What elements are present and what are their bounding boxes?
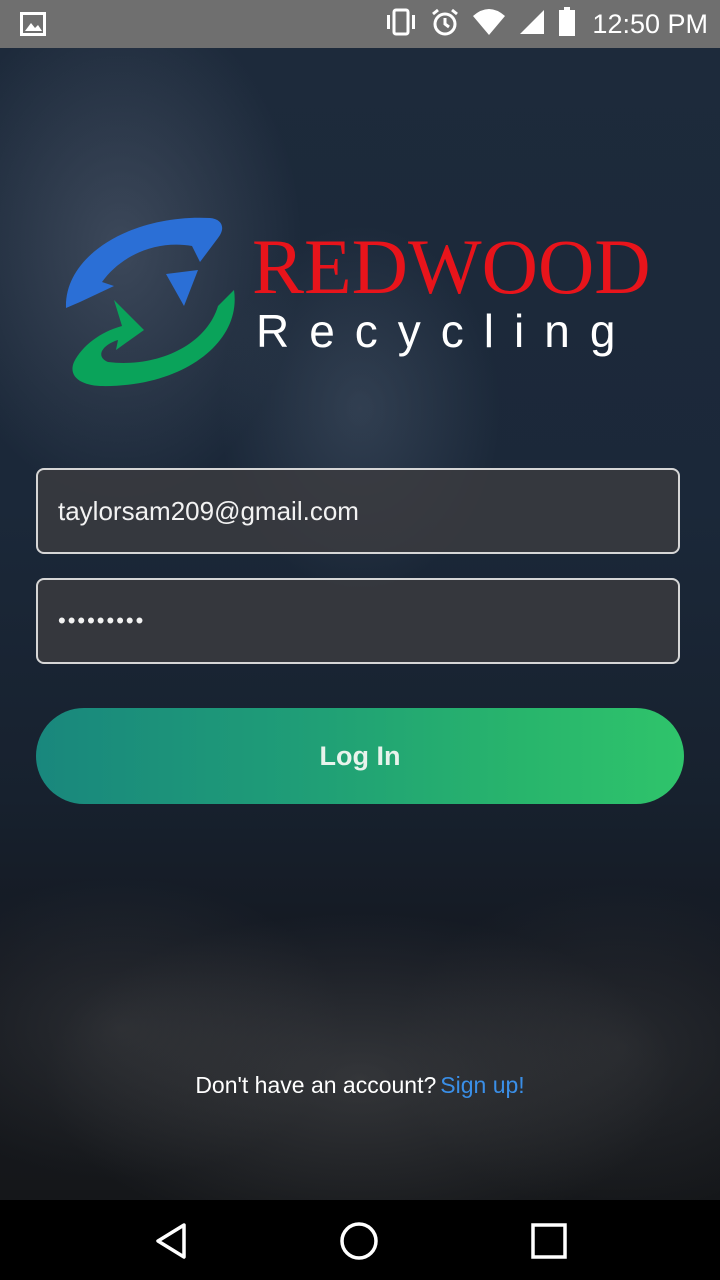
signup-link[interactable]: Sign up! xyxy=(440,1072,524,1098)
redwood-recycling-logo: REDWOOD Recycling xyxy=(60,210,660,390)
image-notification-icon xyxy=(20,12,46,41)
battery-icon xyxy=(558,6,576,42)
login-screen: 12:50 PM REDWOOD Recycling Log In Don't … xyxy=(0,0,720,1280)
back-icon[interactable] xyxy=(148,1218,194,1264)
password-field[interactable] xyxy=(38,580,678,662)
status-bar: 12:50 PM xyxy=(0,0,720,48)
vibrate-icon xyxy=(384,8,418,41)
home-icon[interactable] xyxy=(336,1218,382,1264)
signup-prompt: Don't have an account? Sign up! xyxy=(0,1072,720,1099)
login-button[interactable]: Log In xyxy=(36,708,684,804)
signup-question: Don't have an account? xyxy=(195,1072,437,1098)
password-field-container xyxy=(36,578,680,664)
email-field-container xyxy=(36,468,680,554)
navigation-bar xyxy=(0,1200,720,1280)
email-field[interactable] xyxy=(38,470,678,552)
brand-wordmark: REDWOOD xyxy=(252,223,651,310)
signal-icon xyxy=(518,8,546,41)
wifi-icon xyxy=(472,8,506,41)
recycle-arrows-icon xyxy=(60,210,240,395)
status-time: 12:50 PM xyxy=(592,8,708,39)
brand-subtitle: Recycling xyxy=(256,305,636,357)
alarm-icon xyxy=(430,7,460,42)
recent-apps-icon[interactable] xyxy=(526,1218,572,1264)
